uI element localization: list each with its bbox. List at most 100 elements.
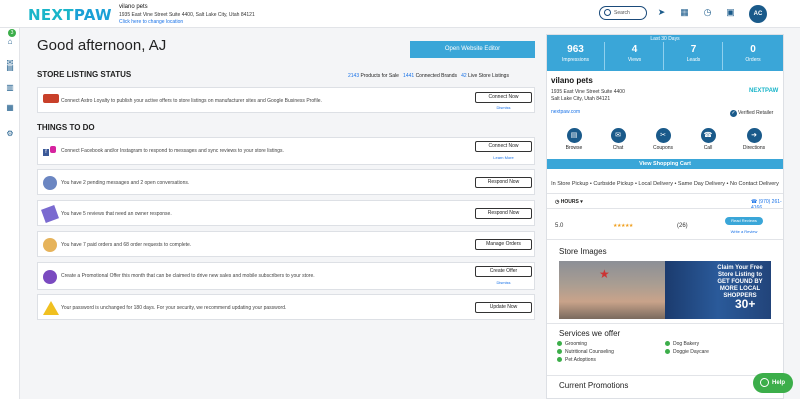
- listing-card: Connect Astro Loyalty to publish your ac…: [37, 87, 535, 113]
- write-review-link[interactable]: Write a Review: [725, 229, 763, 234]
- clock-icon[interactable]: ◷: [702, 7, 713, 18]
- panel-address-2: Salt Lake City, Utah 84121: [551, 96, 611, 102]
- store-images-gallery[interactable]: ★ Claim Your Free Store Listing to GET F…: [559, 261, 771, 319]
- read-reviews-button[interactable]: Read Reviews: [725, 217, 763, 225]
- kpi-leads: 7 Leads: [665, 42, 723, 70]
- brands-count: 1441: [403, 73, 415, 79]
- dismiss-link[interactable]: Dismiss: [475, 105, 532, 110]
- panel-address-1: 1935 East Vine Street Suite 4400: [551, 89, 625, 95]
- learn-more-link[interactable]: Learn More: [475, 155, 532, 160]
- star-decor-icon: ★: [599, 267, 610, 281]
- calendar-icon[interactable]: ▦: [679, 7, 690, 18]
- divider: [547, 193, 783, 194]
- avatar[interactable]: AC: [749, 5, 767, 23]
- divider: [547, 323, 783, 324]
- panel-website-link[interactable]: nextpaw.com: [551, 109, 580, 115]
- help-button[interactable]: Help: [753, 373, 793, 393]
- manage-orders-button[interactable]: Manage Orders: [475, 239, 532, 250]
- change-location-link[interactable]: Click here to change location: [119, 19, 183, 25]
- store-name: vilano pets: [119, 4, 148, 10]
- kpi-bar: Last 30 Days 963 Impressions 4 Views 7 Lead…: [547, 35, 783, 71]
- view-shopping-cart-button[interactable]: View Shopping Cart: [547, 159, 783, 169]
- offer-icon: [43, 270, 57, 284]
- todo-text: Your password is unchanged for 180 days.…: [61, 305, 287, 311]
- todo-card-orders: You have 7 paid orders and 68 order requ…: [37, 231, 535, 257]
- todo-text: Connect Facebook and/or Instagram to res…: [61, 148, 284, 154]
- store-photo-1[interactable]: ★: [559, 261, 665, 319]
- brands-label: Connected Brands: [415, 73, 457, 79]
- call-button[interactable]: ☎ Call: [693, 128, 723, 151]
- nextpaw-logo[interactable]: NEXTPAW: [28, 6, 112, 24]
- directions-button[interactable]: ➜ Directions: [739, 128, 769, 151]
- todo-card-password: Your password is unchanged for 180 days.…: [37, 294, 535, 320]
- top-bar: NEXTPAW vilano pets 1935 East Vine Stree…: [0, 0, 800, 28]
- phone-link[interactable]: ☎ (970) 261-4166: [751, 199, 783, 211]
- left-rail: ⌂ ✉ 3 ▤ ▥ ▦ ⚙: [0, 28, 20, 399]
- products-icon[interactable]: ▦: [5, 103, 15, 113]
- listing-stats: 2143 Products for Sale 1441 Connected Br…: [348, 73, 509, 79]
- todo-text: You have 7 paid orders and 68 order requ…: [61, 242, 192, 248]
- chat-button[interactable]: ✉ Chat: [603, 128, 633, 151]
- check-icon: [665, 341, 670, 347]
- kpi-orders: 0 Orders: [745, 44, 761, 63]
- listings-icon[interactable]: ▤: [5, 63, 15, 73]
- dismiss-link[interactable]: Dismiss: [475, 280, 532, 285]
- respond-messages-button[interactable]: Respond Now: [475, 177, 532, 188]
- home-icon[interactable]: ⌂: [5, 37, 15, 47]
- search-input[interactable]: Search: [599, 6, 647, 20]
- service-item: Dog Bakery: [665, 341, 699, 347]
- listing-card-text: Connect Astro Loyalty to publish your ac…: [61, 98, 322, 104]
- rating-count: (26): [677, 223, 688, 229]
- store-photo-2[interactable]: Claim Your Free Store Listing to GET FOU…: [665, 261, 771, 319]
- review-icon: [41, 205, 59, 223]
- divider: [547, 208, 783, 209]
- update-password-button[interactable]: Update Now: [475, 302, 532, 313]
- coupons-button[interactable]: ✂ Coupons: [648, 128, 678, 151]
- todo-text: You have 5 reviews that need an owner re…: [61, 211, 172, 217]
- respond-reviews-button[interactable]: Respond Now: [475, 208, 532, 219]
- store-icon[interactable]: ▥: [5, 83, 15, 93]
- bag-icon[interactable]: ▣: [725, 7, 736, 18]
- connect-social-button[interactable]: Connect Now: [475, 141, 532, 152]
- panel-logo: NEXTPAW: [749, 88, 779, 94]
- browse-icon: ▤: [566, 128, 582, 143]
- order-icon: [43, 238, 57, 252]
- hours-dropdown[interactable]: ◷ HOURS ▾: [555, 199, 583, 205]
- todo-card-reviews: You have 5 reviews that need an owner re…: [37, 200, 535, 226]
- services-title: Services we offer: [559, 329, 621, 338]
- check-icon: [557, 349, 562, 355]
- todo-card-offer: Create a Promotional Offer this month th…: [37, 262, 535, 290]
- connect-astro-button[interactable]: Connect Now: [475, 92, 532, 103]
- products-count: 2143: [348, 73, 360, 79]
- panel-store-name: vilano pets: [551, 76, 593, 85]
- warning-icon: [43, 301, 59, 315]
- search-icon: [604, 9, 611, 16]
- more-photos-count: 30+: [735, 297, 756, 311]
- phone-icon: ☎: [700, 128, 716, 143]
- service-item: Nutritional Counseling: [557, 349, 614, 355]
- create-offer-button[interactable]: Create Offer: [475, 266, 532, 277]
- fulfillment-options: In Store Pickup • Curbside Pickup • Loca…: [551, 181, 779, 187]
- settings-icon[interactable]: ⚙: [5, 129, 15, 139]
- coupon-icon: ✂: [655, 128, 671, 143]
- service-item: Doggie Daycare: [665, 349, 709, 355]
- check-icon: [557, 341, 562, 347]
- listings-label: Live Store Listings: [468, 73, 509, 79]
- chat-icon: ✉: [610, 128, 626, 143]
- todo-text: Create a Promotional Offer this month th…: [61, 273, 315, 279]
- browse-button[interactable]: ▤ Browse: [559, 128, 589, 151]
- listings-count: 42: [461, 73, 467, 79]
- check-icon: ✓: [730, 110, 737, 117]
- todo-text: You have 2 pending messages and 2 open c…: [61, 180, 190, 186]
- store-listing-title: STORE LISTING STATUS: [37, 70, 132, 79]
- send-icon[interactable]: ➤: [656, 7, 667, 18]
- divider: [547, 375, 783, 376]
- store-actions: ▤ Browse ✉ Chat ✂ Coupons ☎ Call ➜ Directions: [547, 128, 783, 158]
- verified-retailer-badge: ✓ Verified Retailer: [730, 110, 774, 117]
- directions-icon: ➜: [746, 128, 762, 143]
- greeting: Good afternoon, AJ: [37, 37, 167, 54]
- check-icon: [557, 357, 562, 363]
- open-website-editor-button[interactable]: Open Website Editor: [410, 41, 535, 58]
- astro-loyalty-icon: [43, 94, 59, 103]
- things-to-do-title: THINGS TO DO: [37, 123, 95, 132]
